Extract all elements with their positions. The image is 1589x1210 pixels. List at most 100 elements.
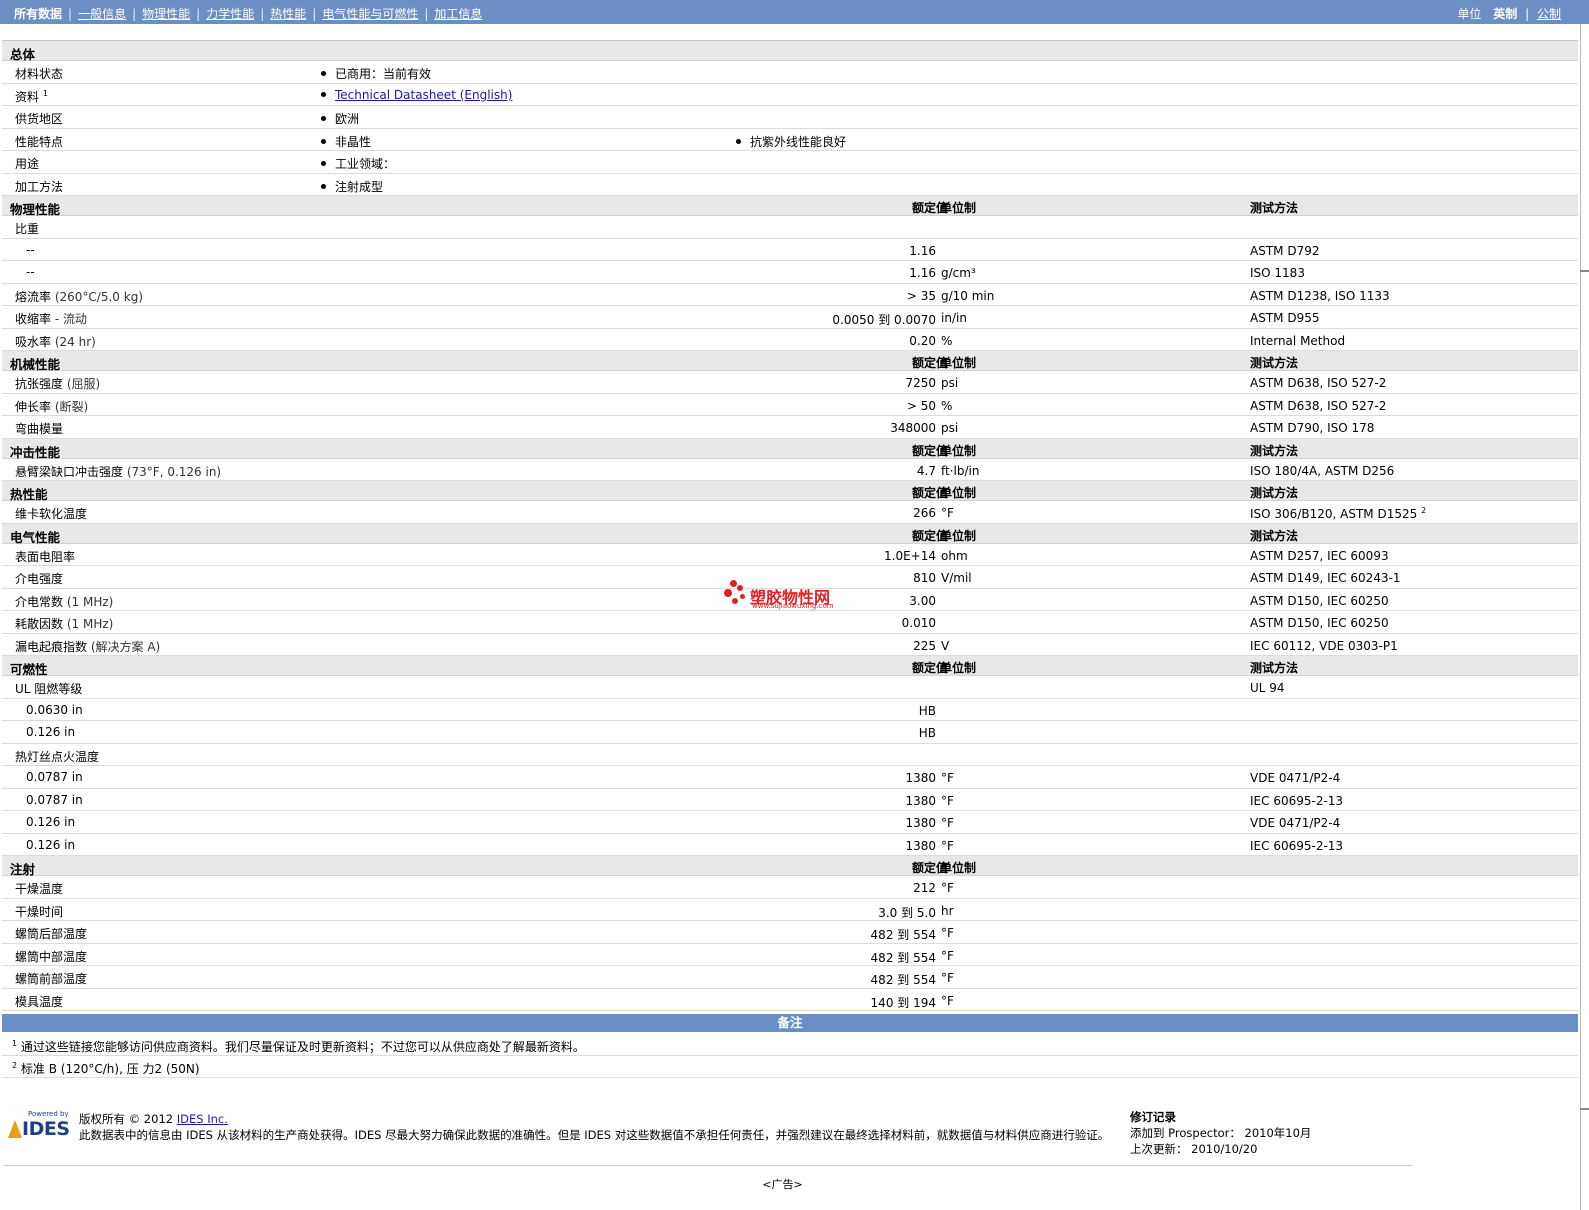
test-method: ASTM D150, IEC 60250 — [1250, 616, 1389, 630]
property-label: 伸长率 (断裂) — [15, 399, 89, 414]
row-label: 性能特点 — [15, 134, 64, 149]
bullet-item: 抗紫外线性能良好 — [736, 133, 846, 150]
property-label: 螺筒后部温度 — [15, 927, 88, 941]
bullet-dot — [321, 138, 326, 144]
footnote-ref: 1 — [42, 88, 48, 98]
property-value: > 35 — [906, 288, 936, 303]
property-row: 螺筒后部温度 482 到 554 °F — [2, 921, 1578, 944]
units-label: 单位 — [1457, 7, 1482, 21]
copyright: 版权所有 © 2012 IDES Inc. — [79, 1112, 228, 1126]
property-row: 0.0787 in 1380 °F IEC 60695-2-13 — [2, 789, 1578, 811]
nav-tab-5[interactable]: 电气性能与可燃性 — [322, 7, 418, 21]
nav-tab-2[interactable]: 物理性能 — [142, 7, 190, 21]
property-condition: (屈服) — [66, 377, 101, 391]
bullet-dot — [321, 116, 326, 121]
col-header-method: 测试方法 — [1250, 486, 1299, 500]
col-header-method: 测试方法 — [1250, 356, 1299, 370]
property-unit: °F — [941, 971, 954, 985]
property-row: 熔流率 (260°C/5.0 kg) > 35 g/10 min ASTM D1238… — [2, 284, 1578, 306]
revision-history: 修订记录 添加到 Prospector： 2010年10月 上次更新： 2010… — [1130, 1109, 1311, 1157]
property-row: 模具温度 140 到 194 °F — [2, 989, 1578, 1011]
property-value: 348000 — [890, 421, 936, 435]
test-method: ISO 306/B120, ASTM D1525 2 — [1250, 506, 1427, 521]
units-metric-link[interactable]: 公制 — [1537, 7, 1561, 21]
col-header-method: 测试方法 — [1250, 201, 1299, 215]
property-value: 212 — [913, 881, 936, 895]
property-row: 螺筒中部温度 482 到 554 °F — [2, 944, 1578, 966]
property-unit: °F — [941, 948, 954, 963]
property-value: 4.7 — [916, 463, 936, 478]
property-unit: ohm — [941, 548, 968, 563]
property-value: 0.010 — [901, 616, 936, 630]
revision-title: 修订记录 — [1130, 1110, 1176, 1124]
col-header-unit: 单位制 — [940, 528, 977, 543]
nav-tab-6[interactable]: 加工信息 — [434, 7, 482, 21]
section-header-electrical: 电气性能 额定值 单位制 测试方法 — [2, 523, 1578, 545]
bullet-item: 欧洲 — [321, 110, 359, 127]
ides-logo[interactable]: Powered by IDES — [8, 1110, 70, 1140]
col-header-unit: 单位制 — [940, 356, 977, 370]
property-unit: °F — [941, 838, 954, 853]
watermark-logo: 塑胶物性网 www.sujiaowuxing.com — [722, 578, 862, 618]
datasheet-table: 总体 材料状态 已商用：当前有效 资料 1 Technical Datasheet (E… — [2, 40, 1578, 1011]
logo-name: IDES — [22, 1118, 70, 1140]
scrollbar-track[interactable] — [1580, 24, 1581, 1210]
nav-tab-0[interactable]: 所有数据 — [14, 7, 62, 21]
nav-tab-1[interactable]: 一般信息 — [78, 7, 126, 21]
property-row: 热灯丝点火温度 — [2, 744, 1578, 766]
property-row: 干燥温度 212 °F — [2, 876, 1578, 899]
property-label: 漏电起痕指数 (解决方案 A) — [15, 639, 161, 654]
property-unit: ft·lb/in — [941, 463, 980, 478]
notes-header: 备注 — [2, 1014, 1578, 1032]
general-row: 加工方法 注射成型 — [2, 174, 1578, 196]
property-value: 266 — [913, 506, 936, 520]
property-unit: °F — [941, 793, 954, 808]
property-value: 7250 — [905, 376, 936, 390]
property-label: 0.126 in — [26, 815, 76, 829]
section-header-physical: 物理性能 额定值 单位制 测试方法 — [2, 196, 1578, 217]
property-value: 140 到 194 — [870, 995, 936, 1010]
property-label: 0.0787 in — [26, 770, 83, 784]
property-condition: (1 MHz) — [66, 594, 114, 609]
test-method: ISO 180/4A, ASTM D256 — [1250, 463, 1395, 478]
section-nav: 所有数据 | 一般信息 | 物理性能 | 力学性能 | 热性能 | 电气性能与可燃性 | 加工信息 — [14, 7, 483, 21]
bullet-dot — [736, 138, 741, 144]
footnote-ref: 2 — [1421, 506, 1427, 515]
ides-link[interactable]: IDES Inc. — [177, 1112, 228, 1126]
property-row: 弯曲模量 348000 psi ASTM D790, ISO 178 — [2, 416, 1578, 439]
row-label: 加工方法 — [15, 179, 64, 194]
property-value: 225 — [913, 638, 936, 653]
general-row: 供货地区 欧洲 — [2, 106, 1578, 129]
col-header-unit: 单位制 — [940, 443, 977, 458]
property-unit: °F — [941, 506, 954, 520]
property-label: 模具温度 — [15, 994, 64, 1009]
property-unit: °F — [941, 771, 954, 785]
nav-tab-4[interactable]: 热性能 — [270, 7, 306, 21]
property-row: 悬臂梁缺口冲击强度 (73°F, 0.126 in) 4.7 ft·lb/in ISO… — [2, 459, 1578, 481]
row-label: 供货地区 — [15, 112, 64, 126]
test-method: ASTM D150, IEC 60250 — [1250, 593, 1389, 608]
property-unit: % — [941, 333, 953, 348]
property-row: 漏电起痕指数 (解决方案 A) 225 V IEC 60112, VDE 0303-P… — [2, 634, 1578, 656]
property-unit: V — [941, 638, 950, 653]
property-label: 0.0630 in — [26, 702, 83, 717]
nav-tab-3[interactable]: 力学性能 — [206, 7, 254, 21]
property-value: 810 — [913, 571, 936, 585]
property-label: 介电常数 (1 MHz) — [15, 594, 114, 609]
property-unit: in/in — [941, 311, 967, 325]
note-1: 1 通过这些链接您能够访问供应商资料。我们尽量保证及时更新资料；不过您可以从供应… — [12, 1039, 585, 1054]
datasheet-link[interactable]: Technical Datasheet (English) — [335, 88, 512, 102]
property-value: 482 到 554 — [870, 973, 936, 987]
property-value: 1.0E+14 — [884, 548, 936, 563]
scrollbar-mark — [1580, 1108, 1589, 1110]
property-value: 1380 — [905, 838, 936, 853]
section-header-flammability: 可燃性 额定值 单位制 测试方法 — [2, 656, 1578, 677]
property-value: 1380 — [905, 816, 936, 830]
scrollbar-mark — [1580, 270, 1589, 272]
property-condition: (解决方案 A) — [90, 639, 161, 654]
property-value: 1.16 — [909, 266, 936, 280]
property-label: 干燥时间 — [15, 904, 64, 919]
col-header-unit: 单位制 — [940, 486, 977, 500]
test-method: ASTM D1238, ISO 1133 — [1250, 288, 1390, 303]
property-row: 伸长率 (断裂) > 50% ASTM D638, ISO 527-2 — [2, 394, 1578, 416]
